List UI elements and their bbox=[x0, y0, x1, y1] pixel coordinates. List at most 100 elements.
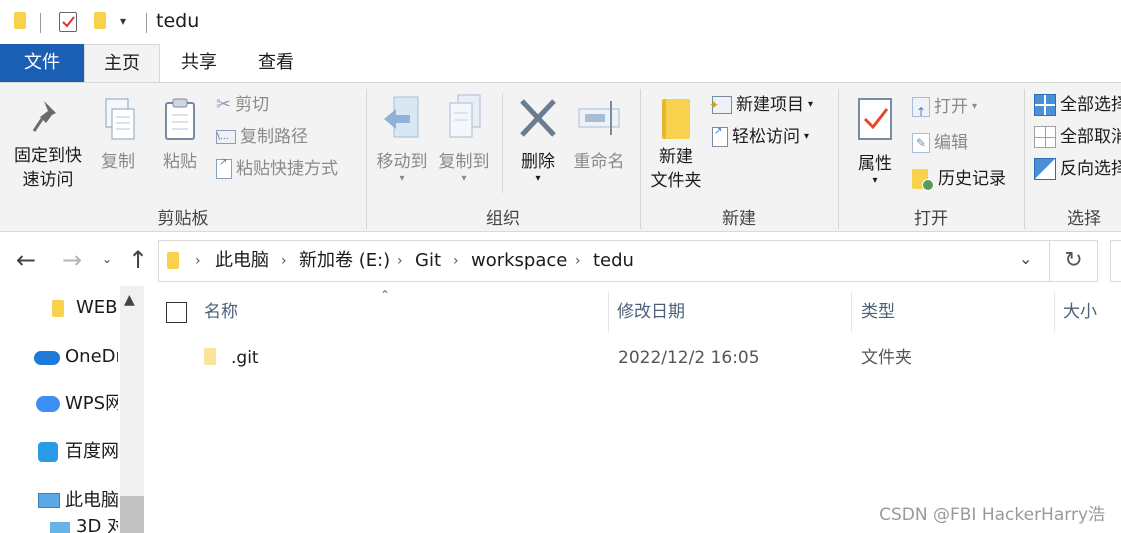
breadcrumb-tedu[interactable]: tedu bbox=[593, 241, 634, 281]
copy-to-button[interactable]: 复制到 ▾ bbox=[434, 93, 494, 184]
copy-path-button[interactable]: \... 复制路径 bbox=[216, 123, 308, 151]
paste-shortcut-button[interactable]: ↗ 粘贴快捷方式 bbox=[216, 155, 338, 183]
chevron-right-icon[interactable]: › bbox=[397, 241, 403, 281]
invert-selection-label: 反向选择 bbox=[1060, 159, 1121, 179]
invert-selection-button[interactable]: 反向选择 bbox=[1034, 155, 1121, 183]
clipboard-icon bbox=[165, 98, 195, 140]
title-bar: ▾ tedu bbox=[0, 0, 1121, 44]
refresh-icon[interactable]: ↻ bbox=[1050, 240, 1098, 282]
cut-button[interactable]: ✂ 剪切 bbox=[216, 91, 269, 119]
paste-label: 粘贴 bbox=[163, 152, 197, 172]
column-header-name[interactable]: 名称 bbox=[204, 292, 238, 332]
nav-item-web[interactable]: WEB bbox=[0, 288, 118, 328]
chevron-right-icon[interactable]: › bbox=[575, 241, 581, 281]
edit-button[interactable]: ✎ 编辑 bbox=[912, 129, 968, 157]
address-history-chevron-icon[interactable]: ⌄ bbox=[1019, 249, 1032, 268]
computer-icon bbox=[38, 493, 60, 508]
new-folder-button[interactable]: 新建 文件夹 bbox=[644, 97, 708, 193]
up-arrow-icon[interactable]: ↑ bbox=[128, 246, 148, 274]
new-item-button[interactable]: ✦ 新建项目 ▾ bbox=[709, 91, 813, 119]
open-button[interactable]: ↑ 打开 ▾ bbox=[912, 93, 977, 121]
column-divider[interactable] bbox=[1054, 292, 1055, 332]
move-to-button[interactable]: 移动到 ▾ bbox=[372, 93, 432, 184]
nav-item-label: 此电脑 bbox=[65, 490, 118, 511]
watermark: CSDN @FBI HackerHarry浩 bbox=[879, 505, 1105, 525]
open-icon: ↑ bbox=[912, 97, 930, 119]
rename-label: 重命名 bbox=[573, 152, 625, 172]
search-input[interactable] bbox=[1110, 240, 1121, 282]
delete-button[interactable]: 删除 ▾ bbox=[510, 93, 566, 184]
dropdown-arrow-icon: ▾ bbox=[535, 173, 541, 184]
nav-item-this-pc[interactable]: 此电脑 bbox=[0, 481, 118, 521]
copy-to-label: 复制到 bbox=[438, 152, 490, 172]
column-divider[interactable] bbox=[608, 292, 609, 332]
recent-locations-chevron-icon[interactable]: ⌄ bbox=[102, 252, 112, 266]
invert-selection-icon bbox=[1034, 158, 1056, 180]
nav-item-wps[interactable]: WPS网盘 bbox=[0, 384, 118, 424]
breadcrumb-this-pc[interactable]: 此电脑 bbox=[215, 241, 269, 281]
move-to-icon bbox=[384, 96, 419, 138]
new-folder-quick-icon[interactable] bbox=[94, 12, 106, 29]
copy-label: 复制 bbox=[101, 152, 135, 172]
pin-label-2: 速访问 bbox=[22, 170, 74, 190]
rename-button[interactable]: 重命名 bbox=[568, 93, 630, 174]
easy-access-button[interactable]: ↗ 轻松访问 ▾ bbox=[712, 123, 809, 151]
tab-file[interactable]: 文件 bbox=[0, 44, 84, 82]
history-icon bbox=[912, 169, 934, 191]
pin-to-quick-access-button[interactable]: 固定到快 速访问 bbox=[6, 97, 90, 192]
nav-item-onedrive[interactable]: OneDrive bbox=[0, 337, 118, 377]
cut-label: 剪切 bbox=[235, 95, 270, 115]
nav-item-3d-objects[interactable]: 3D 对象 bbox=[0, 518, 118, 533]
select-none-icon bbox=[1034, 126, 1056, 148]
pin-icon bbox=[32, 101, 56, 132]
breadcrumb-workspace[interactable]: workspace bbox=[471, 241, 567, 281]
file-name[interactable]: .git bbox=[231, 338, 259, 378]
copy-path-icon: \... bbox=[216, 130, 236, 144]
copy-to-icon bbox=[449, 94, 481, 138]
onedrive-cloud-icon bbox=[34, 351, 60, 365]
select-all-button[interactable]: 全部选择 bbox=[1034, 91, 1121, 119]
nav-item-baidu[interactable]: 百度网盘 bbox=[0, 432, 118, 472]
history-button[interactable]: 历史记录 bbox=[912, 165, 1006, 193]
properties-quick-icon[interactable] bbox=[59, 12, 77, 32]
column-header-type[interactable]: 类型 bbox=[861, 292, 895, 332]
chevron-right-icon[interactable]: › bbox=[281, 241, 287, 281]
breadcrumb-git[interactable]: Git bbox=[415, 241, 441, 281]
scroll-up-arrow-icon[interactable]: ▲ bbox=[124, 292, 135, 308]
properties-button[interactable]: 属性 ▾ bbox=[846, 95, 904, 186]
chevron-right-icon[interactable]: › bbox=[195, 241, 201, 281]
open-label: 打开 bbox=[934, 97, 968, 117]
column-header-modified[interactable]: 修改日期 bbox=[617, 292, 685, 332]
scissors-icon: ✂ bbox=[216, 94, 232, 115]
breadcrumb-drive-e[interactable]: 新加卷 (E:) bbox=[299, 241, 390, 281]
group-label-new: 新建 bbox=[722, 209, 756, 229]
column-header-size[interactable]: 大小 bbox=[1063, 292, 1097, 332]
back-arrow-icon[interactable]: ← bbox=[16, 246, 36, 274]
address-bar[interactable]: › 此电脑 › 新加卷 (E:) › Git › workspace › ted… bbox=[158, 240, 1050, 282]
chevron-right-icon[interactable]: › bbox=[453, 241, 459, 281]
customize-quick-access-icon[interactable]: ▾ bbox=[120, 14, 126, 28]
column-divider[interactable] bbox=[851, 292, 852, 332]
dropdown-arrow-icon: ▾ bbox=[872, 175, 878, 186]
select-none-button[interactable]: 全部取消 bbox=[1034, 123, 1121, 151]
folder-icon bbox=[14, 12, 26, 29]
nav-pane-scroll-thumb[interactable] bbox=[120, 496, 144, 533]
rename-icon bbox=[578, 101, 620, 135]
group-label-open: 打开 bbox=[914, 209, 948, 229]
tab-share[interactable]: 共享 bbox=[162, 44, 236, 82]
delete-x-icon bbox=[520, 99, 556, 137]
copy-button[interactable]: 复制 bbox=[92, 97, 144, 174]
new-folder-label-2: 文件夹 bbox=[650, 171, 702, 191]
tab-view[interactable]: 查看 bbox=[238, 44, 314, 82]
forward-arrow-icon[interactable]: → bbox=[62, 246, 82, 274]
properties-label: 属性 bbox=[858, 154, 892, 174]
new-folder-icon bbox=[662, 99, 690, 139]
paste-button[interactable]: 粘贴 bbox=[154, 97, 206, 174]
tab-home[interactable]: 主页 bbox=[84, 44, 160, 82]
file-modified-date: 2022/12/2 16:05 bbox=[618, 348, 760, 368]
new-item-label: 新建项目 bbox=[736, 95, 804, 115]
ribbon: 固定到快 速访问 复制 粘贴 ✂ 剪切 \... 复制路径 ↗ 粘贴快捷方式 剪… bbox=[0, 82, 1121, 232]
file-type: 文件夹 bbox=[861, 348, 912, 368]
paste-shortcut-icon: ↗ bbox=[216, 157, 232, 179]
select-all-checkbox[interactable] bbox=[166, 302, 187, 323]
